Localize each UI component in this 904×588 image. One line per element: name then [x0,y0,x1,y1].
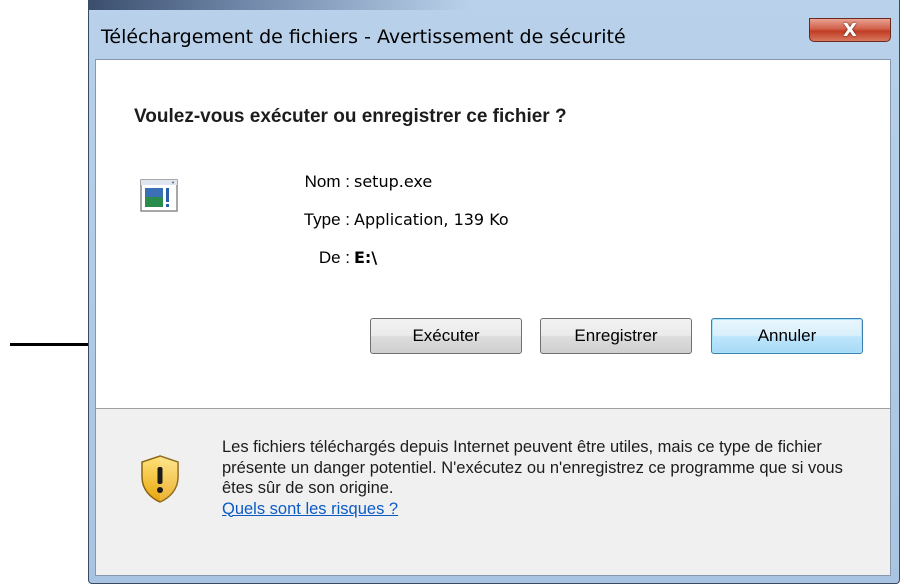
risks-link[interactable]: Quels sont les risques ? [222,500,398,518]
cancel-button[interactable]: Annuler [711,318,863,354]
title-bar-shade [89,0,469,10]
warning-text: Les fichiers téléchargés depuis Internet… [222,438,843,497]
file-type-row: Type : Application, 139 Ko [304,210,509,230]
warning-message: Les fichiers téléchargés depuis Internet… [222,437,862,519]
warning-panel: Les fichiers téléchargés depuis Internet… [96,411,890,575]
save-button[interactable]: Enregistrer [540,318,692,354]
file-source-row: De : E:\ [319,248,378,268]
dialog-content: Voulez-vous exécuter ou enregistrer ce f… [95,59,891,576]
close-button[interactable]: X [809,18,891,42]
file-type-value: Application, 139 Ko [354,210,509,229]
window-title: Téléchargement de fichiers - Avertisseme… [101,26,626,48]
file-type-label: Type : [303,210,350,229]
security-warning-dialog: Téléchargement de fichiers - Avertisseme… [88,0,900,584]
dialog-question: Voulez-vous exécuter ou enregistrer ce f… [134,106,567,127]
security-shield-icon [141,455,179,503]
file-name-value: setup.exe [354,172,433,191]
application-icon [140,179,178,212]
close-icon: X [843,19,857,41]
file-name-row: Nom : setup.exe [305,172,433,192]
file-name-label: Nom : [304,172,350,191]
file-source-label: De : [318,248,350,267]
file-source-value: E:\ [354,248,378,267]
title-bar: Téléchargement de fichiers - Avertisseme… [89,0,899,48]
run-button[interactable]: Exécuter [370,318,522,354]
